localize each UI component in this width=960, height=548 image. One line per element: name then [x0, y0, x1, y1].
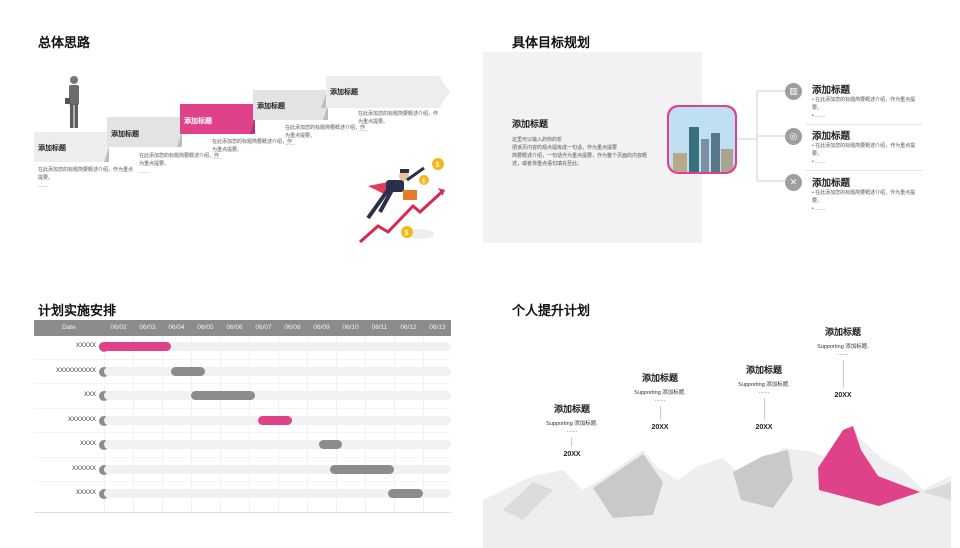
gantt-row-label: XXXXXXX	[67, 416, 96, 423]
gantt-date-col: 06/09	[313, 324, 330, 331]
gantt-bar[interactable]	[99, 342, 171, 351]
peak-2-title: 添加标题	[641, 373, 678, 383]
goal-panel-text: 这里可以输入的你的析 把该页内容的观点提炼成一句话，作为重点提要 简要概述介绍，…	[512, 137, 648, 167]
gantt-track	[104, 440, 451, 449]
gantt-bottom-line	[34, 512, 451, 513]
chart-icon: ▥	[785, 83, 802, 100]
svg-text:$: $	[436, 162, 440, 169]
gantt-date-col: 06/11	[371, 324, 388, 331]
businessman-icon	[65, 76, 79, 128]
peak-3-sub: Supporting 添加标题.	[738, 382, 790, 388]
gantt-date-col: 06/08	[284, 324, 301, 331]
peak-3-dots: ……	[758, 389, 770, 395]
gantt-date-col: 06/03	[139, 324, 156, 331]
mountain-range	[483, 426, 951, 548]
q3-title: 计划实施安排	[38, 303, 117, 318]
gantt-date-col: 06/05	[197, 324, 214, 331]
flying-businessman-illustration: $ $ $	[358, 156, 450, 244]
gantt-row-separator	[34, 358, 451, 360]
goal-item-2-title: 添加标题	[812, 131, 851, 142]
divider	[805, 124, 923, 125]
gantt-bar[interactable]	[191, 391, 255, 400]
gantt-bar[interactable]	[170, 366, 206, 376]
peak-4-dots: ……	[837, 351, 849, 357]
gantt-track	[104, 366, 451, 376]
step-5-label: 添加标题	[330, 89, 358, 96]
gantt-header-date: Date	[62, 324, 76, 331]
gantt-date-col: 06/02	[110, 324, 127, 331]
peak-3-title: 添加标题	[745, 365, 782, 375]
goal-item-1-desc: • 在此添加您的标题简要概述介绍，作为重点提要。 • ……	[812, 97, 916, 119]
peak-2-sub: Supporting 添加标题.	[634, 390, 686, 396]
peak-1-sub: Supporting 添加标题.	[546, 421, 598, 427]
peak-4-title: 添加标题	[824, 327, 861, 337]
step-5-desc: 在此添加您的标题简要概述介绍，作为重点提要。……	[358, 111, 439, 133]
goal-item-3-desc: • 在此添加您的标题简要概述介绍，作为重点提要。 • ……	[812, 190, 916, 212]
step-1-desc: 在此添加您的标题简要概述介绍，作为重点提要。……	[38, 167, 134, 189]
goal-item-1-title: 添加标题	[812, 85, 851, 96]
gantt-row-label: XXXXXX	[71, 465, 96, 472]
step-2-desc: 在此添加您的标题简要概述介绍，作为重点提要。……	[139, 153, 220, 175]
peak-4-line	[843, 360, 844, 388]
q2-title: 具体目标规划	[512, 35, 591, 50]
tools-icon: ✕	[785, 174, 802, 191]
gantt-row-label: XXXXX	[75, 343, 96, 349]
goal-item-3-title: 添加标题	[812, 178, 851, 189]
target-icon: ◎	[785, 128, 802, 145]
goal-item-2-desc: • 在此添加您的标题简要概述介绍，作为重点提要。 • ……	[812, 143, 916, 165]
svg-text:$: $	[405, 230, 409, 237]
gantt-row-label: XXX	[83, 392, 96, 398]
step-4-desc: 在此添加您的标题简要概述介绍，作为重点提要。……	[285, 125, 366, 147]
gantt-date-col: 06/12	[400, 324, 417, 331]
gantt-row-separator	[34, 407, 451, 409]
q1-title: 总体思路	[38, 35, 91, 50]
peak-3-line	[764, 398, 765, 420]
gantt-row-separator	[34, 456, 451, 458]
step-3-desc: 在此添加您的标题简要概述介绍，作为重点提要。……	[212, 139, 293, 161]
step-4-label: 添加标题	[257, 103, 285, 110]
gantt-row-separator	[34, 432, 451, 433]
step-1-label: 添加标题	[38, 145, 66, 152]
gantt-date-col: 06/06	[226, 324, 243, 331]
gantt-row-label: XXXXXXXXXX	[55, 367, 96, 374]
step-3-label: 添加标题	[184, 118, 212, 125]
peak-3-year: 20XX	[755, 424, 773, 431]
peak-2-year: 20XX	[651, 424, 669, 431]
gantt-track	[104, 391, 451, 400]
gantt-row-label: XXXX	[79, 441, 96, 447]
gantt-bar[interactable]	[330, 464, 394, 474]
gantt-bar[interactable]	[257, 415, 293, 425]
step-2-label: 添加标题	[111, 131, 139, 138]
peak-2-dots: ……	[654, 397, 666, 403]
city-photo	[667, 105, 737, 174]
gantt-bar[interactable]	[318, 440, 342, 449]
gantt-date-col: 06/04	[168, 324, 185, 331]
peak-1-year: 20XX	[563, 451, 581, 458]
gantt-row-separator	[34, 481, 451, 482]
peak-4-sub: Supporting 添加标题.	[817, 344, 869, 350]
gantt-date-col: 06/10	[342, 324, 359, 331]
gantt-row-separator	[34, 383, 451, 384]
gantt-row-label: XXXXX	[75, 490, 96, 496]
gantt-date-col: 06/07	[255, 324, 272, 331]
peak-2-line	[660, 406, 661, 420]
gantt-date-col: 06/13	[429, 324, 446, 331]
peak-4-year: 20XX	[834, 392, 852, 399]
gantt-bar[interactable]	[388, 489, 423, 498]
peak-1-dots: ……	[566, 428, 578, 434]
goal-panel-title: 添加标题	[512, 119, 549, 129]
gantt-track	[104, 464, 451, 474]
divider	[805, 170, 923, 171]
q4-title: 个人提升计划	[512, 303, 591, 318]
peak-1-line	[571, 437, 572, 447]
peak-1-title: 添加标题	[553, 404, 590, 414]
